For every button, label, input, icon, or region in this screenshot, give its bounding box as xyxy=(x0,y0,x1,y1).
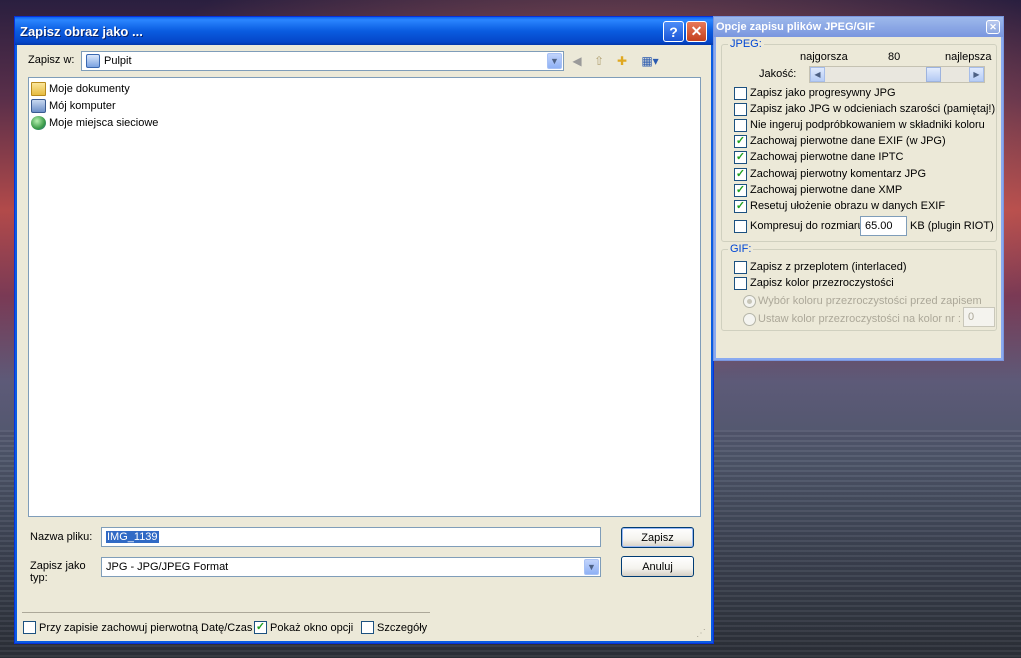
network-places-icon xyxy=(31,116,46,130)
details-label: Szczegóły xyxy=(377,622,428,634)
save-in-combo[interactable]: Pulpit ▼ xyxy=(81,51,564,71)
preserve-date-label: Przy zapisie zachowuj pierwotną Datę/Cza… xyxy=(39,622,253,634)
options-dialog-titlebar[interactable]: Opcje zapisu plików JPEG/GIF xyxy=(714,17,1003,37)
progressive-jpg-label: Zapisz jako progresywny JPG xyxy=(750,87,896,99)
quality-label: Jakość: xyxy=(759,68,797,80)
jpeg-group-title: JPEG: xyxy=(728,38,764,50)
file-list[interactable]: Moje dokumenty Mój komputer Moje miejsca… xyxy=(28,77,701,517)
keep-iptc-checkbox[interactable]: ✓ xyxy=(734,151,747,164)
filename-input[interactable]: IMG_1139 xyxy=(101,527,601,547)
list-item-label: Moje dokumenty xyxy=(49,83,130,95)
chevron-left-icon[interactable]: ◀ xyxy=(810,67,825,82)
list-item[interactable]: Moje dokumenty xyxy=(31,81,130,97)
transparency-checkbox[interactable] xyxy=(734,277,747,290)
save-in-value: Pulpit xyxy=(104,55,132,67)
chevron-right-icon[interactable]: ▶ xyxy=(969,67,984,82)
options-close-button[interactable]: ✕ xyxy=(986,20,1000,34)
compress-checkbox[interactable] xyxy=(734,220,747,233)
keep-xmp-checkbox[interactable]: ✓ xyxy=(734,184,747,197)
reset-orientation-label: Resetuj ułożenie obrazu w danych EXIF xyxy=(750,200,946,212)
filename-label: Nazwa pliku: xyxy=(30,531,93,543)
close-button[interactable]: ✕ xyxy=(686,21,707,42)
save-dialog-titlebar[interactable]: Zapisz obraz jako ... xyxy=(15,17,713,45)
progressive-jpg-checkbox[interactable] xyxy=(734,87,747,100)
options-dialog-title: Opcje zapisu plików JPEG/GIF xyxy=(716,21,875,33)
save-in-label: Zapisz w: xyxy=(28,54,75,66)
quality-slider[interactable]: ◀ ▶ xyxy=(809,66,985,83)
grayscale-jpg-checkbox[interactable] xyxy=(734,103,747,116)
up-folder-icon[interactable]: ⇧ xyxy=(591,53,607,69)
reset-orientation-checkbox[interactable]: ✓ xyxy=(734,200,747,213)
list-item[interactable]: Moje miejsca sieciowe xyxy=(31,115,158,131)
interlaced-checkbox[interactable] xyxy=(734,261,747,274)
divider xyxy=(22,612,430,613)
filetype-value: JPG - JPG/JPEG Format xyxy=(106,561,229,573)
grayscale-jpg-label: Zapisz jako JPG w odcieniach szarości (p… xyxy=(750,103,996,115)
keep-comment-checkbox[interactable]: ✓ xyxy=(734,168,747,181)
keep-xmp-label: Zachowaj pierwotne dane XMP xyxy=(750,184,903,196)
my-documents-folder-icon xyxy=(31,82,46,96)
chevron-down-icon[interactable]: ▼ xyxy=(547,53,562,69)
view-menu-icon[interactable]: ▦▾ xyxy=(638,53,662,69)
new-folder-icon[interactable]: ✚ xyxy=(614,53,630,69)
save-dialog-title: Zapisz obraz jako ... xyxy=(20,23,143,39)
color-index-value: 0 xyxy=(968,311,975,323)
set-color-radio[interactable] xyxy=(743,313,756,326)
help-button[interactable]: ? xyxy=(663,21,684,42)
set-color-label: Ustaw kolor przezroczystości na kolor nr… xyxy=(758,313,961,325)
filetype-combo[interactable]: JPG - JPG/JPEG Format ▼ xyxy=(101,557,601,577)
show-options-label: Pokaż okno opcji xyxy=(270,622,354,634)
compress-size-input[interactable]: 65.00 xyxy=(860,216,907,236)
resize-grip-icon[interactable]: ⋰ xyxy=(696,628,706,639)
keep-iptc-label: Zachowaj pierwotne dane IPTC xyxy=(750,151,904,163)
compress-size-value: 65.00 xyxy=(865,220,893,232)
pick-color-radio[interactable] xyxy=(743,295,756,308)
desktop-icon xyxy=(86,54,100,68)
no-subsampling-checkbox[interactable] xyxy=(734,119,747,132)
details-checkbox[interactable] xyxy=(361,621,374,634)
chevron-down-icon[interactable]: ▼ xyxy=(584,559,599,575)
save-button[interactable]: Zapisz xyxy=(621,527,694,548)
list-item-label: Mój komputer xyxy=(49,100,116,112)
gif-group-title: GIF: xyxy=(728,243,754,255)
color-index-input[interactable]: 0 xyxy=(963,307,995,327)
compress-unit-label: KB (plugin RIOT) xyxy=(910,220,994,232)
compress-label: Kompresuj do rozmiaru: xyxy=(750,220,867,232)
pick-color-label: Wybór koloru przezroczystości przed zapi… xyxy=(758,295,982,307)
list-item-label: Moje miejsca sieciowe xyxy=(49,117,159,129)
keep-exif-checkbox[interactable]: ✓ xyxy=(734,135,747,148)
transparency-label: Zapisz kolor przezroczystości xyxy=(750,277,894,289)
quality-min-label: najgorsza xyxy=(800,51,848,63)
back-icon[interactable]: ◀ xyxy=(569,53,585,69)
no-subsampling-label: Nie ingeruj podpróbkowaniem w składniki … xyxy=(750,119,985,131)
quality-value: 80 xyxy=(888,51,901,63)
cancel-button[interactable]: Anuluj xyxy=(621,556,694,577)
quality-slider-thumb[interactable] xyxy=(926,67,941,82)
my-computer-icon xyxy=(31,99,46,113)
filename-value: IMG_1139 xyxy=(106,531,159,543)
keep-comment-label: Zachowaj pierwotny komentarz JPG xyxy=(750,168,927,180)
show-options-checkbox[interactable]: ✓ xyxy=(254,621,267,634)
keep-exif-label: Zachowaj pierwotne dane EXIF (w JPG) xyxy=(750,135,946,147)
interlaced-label: Zapisz z przeplotem (interlaced) xyxy=(750,261,907,273)
preserve-date-checkbox[interactable] xyxy=(23,621,36,634)
list-item[interactable]: Mój komputer xyxy=(31,98,116,114)
filetype-label: Zapisz jako typ: xyxy=(30,560,86,584)
quality-max-label: najlepsza xyxy=(945,51,992,63)
